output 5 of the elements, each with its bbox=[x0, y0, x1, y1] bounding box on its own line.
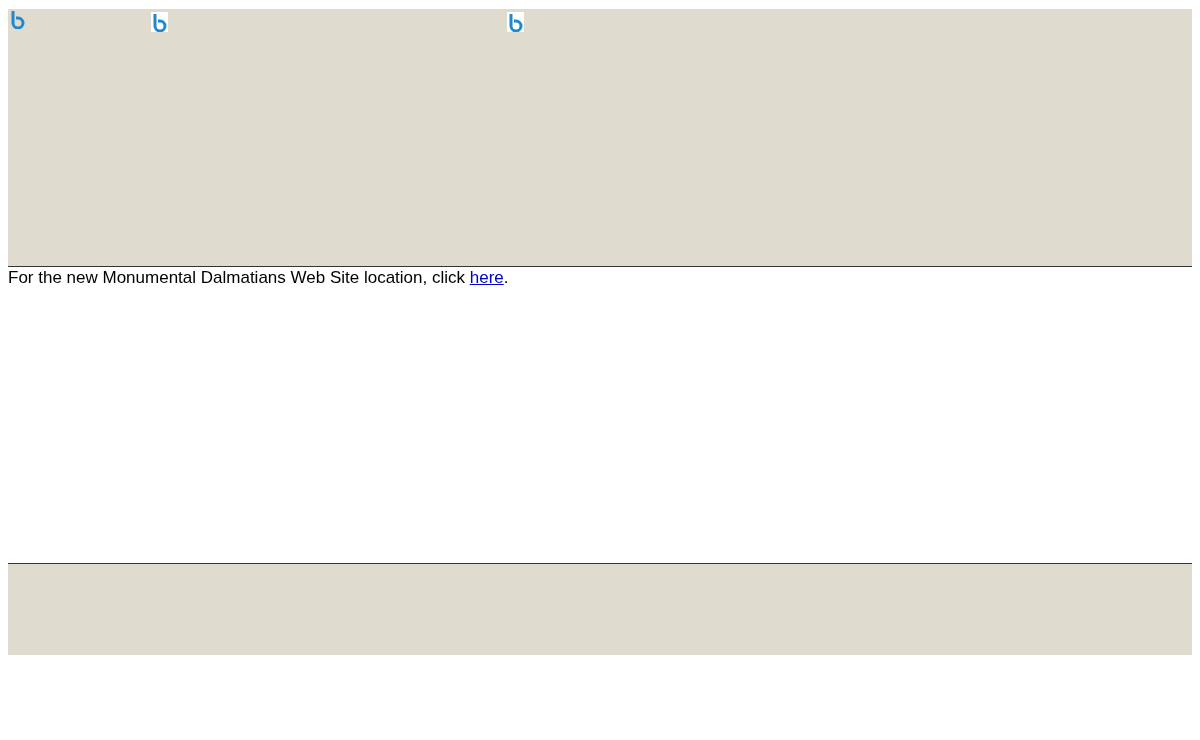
notice-text: For the new Monumental Dalmatians Web Site location, click here. bbox=[8, 267, 510, 289]
image-icon bbox=[151, 12, 168, 32]
here-link[interactable]: here bbox=[469, 268, 504, 287]
image-icon bbox=[507, 12, 524, 32]
image-icon bbox=[9, 9, 26, 29]
